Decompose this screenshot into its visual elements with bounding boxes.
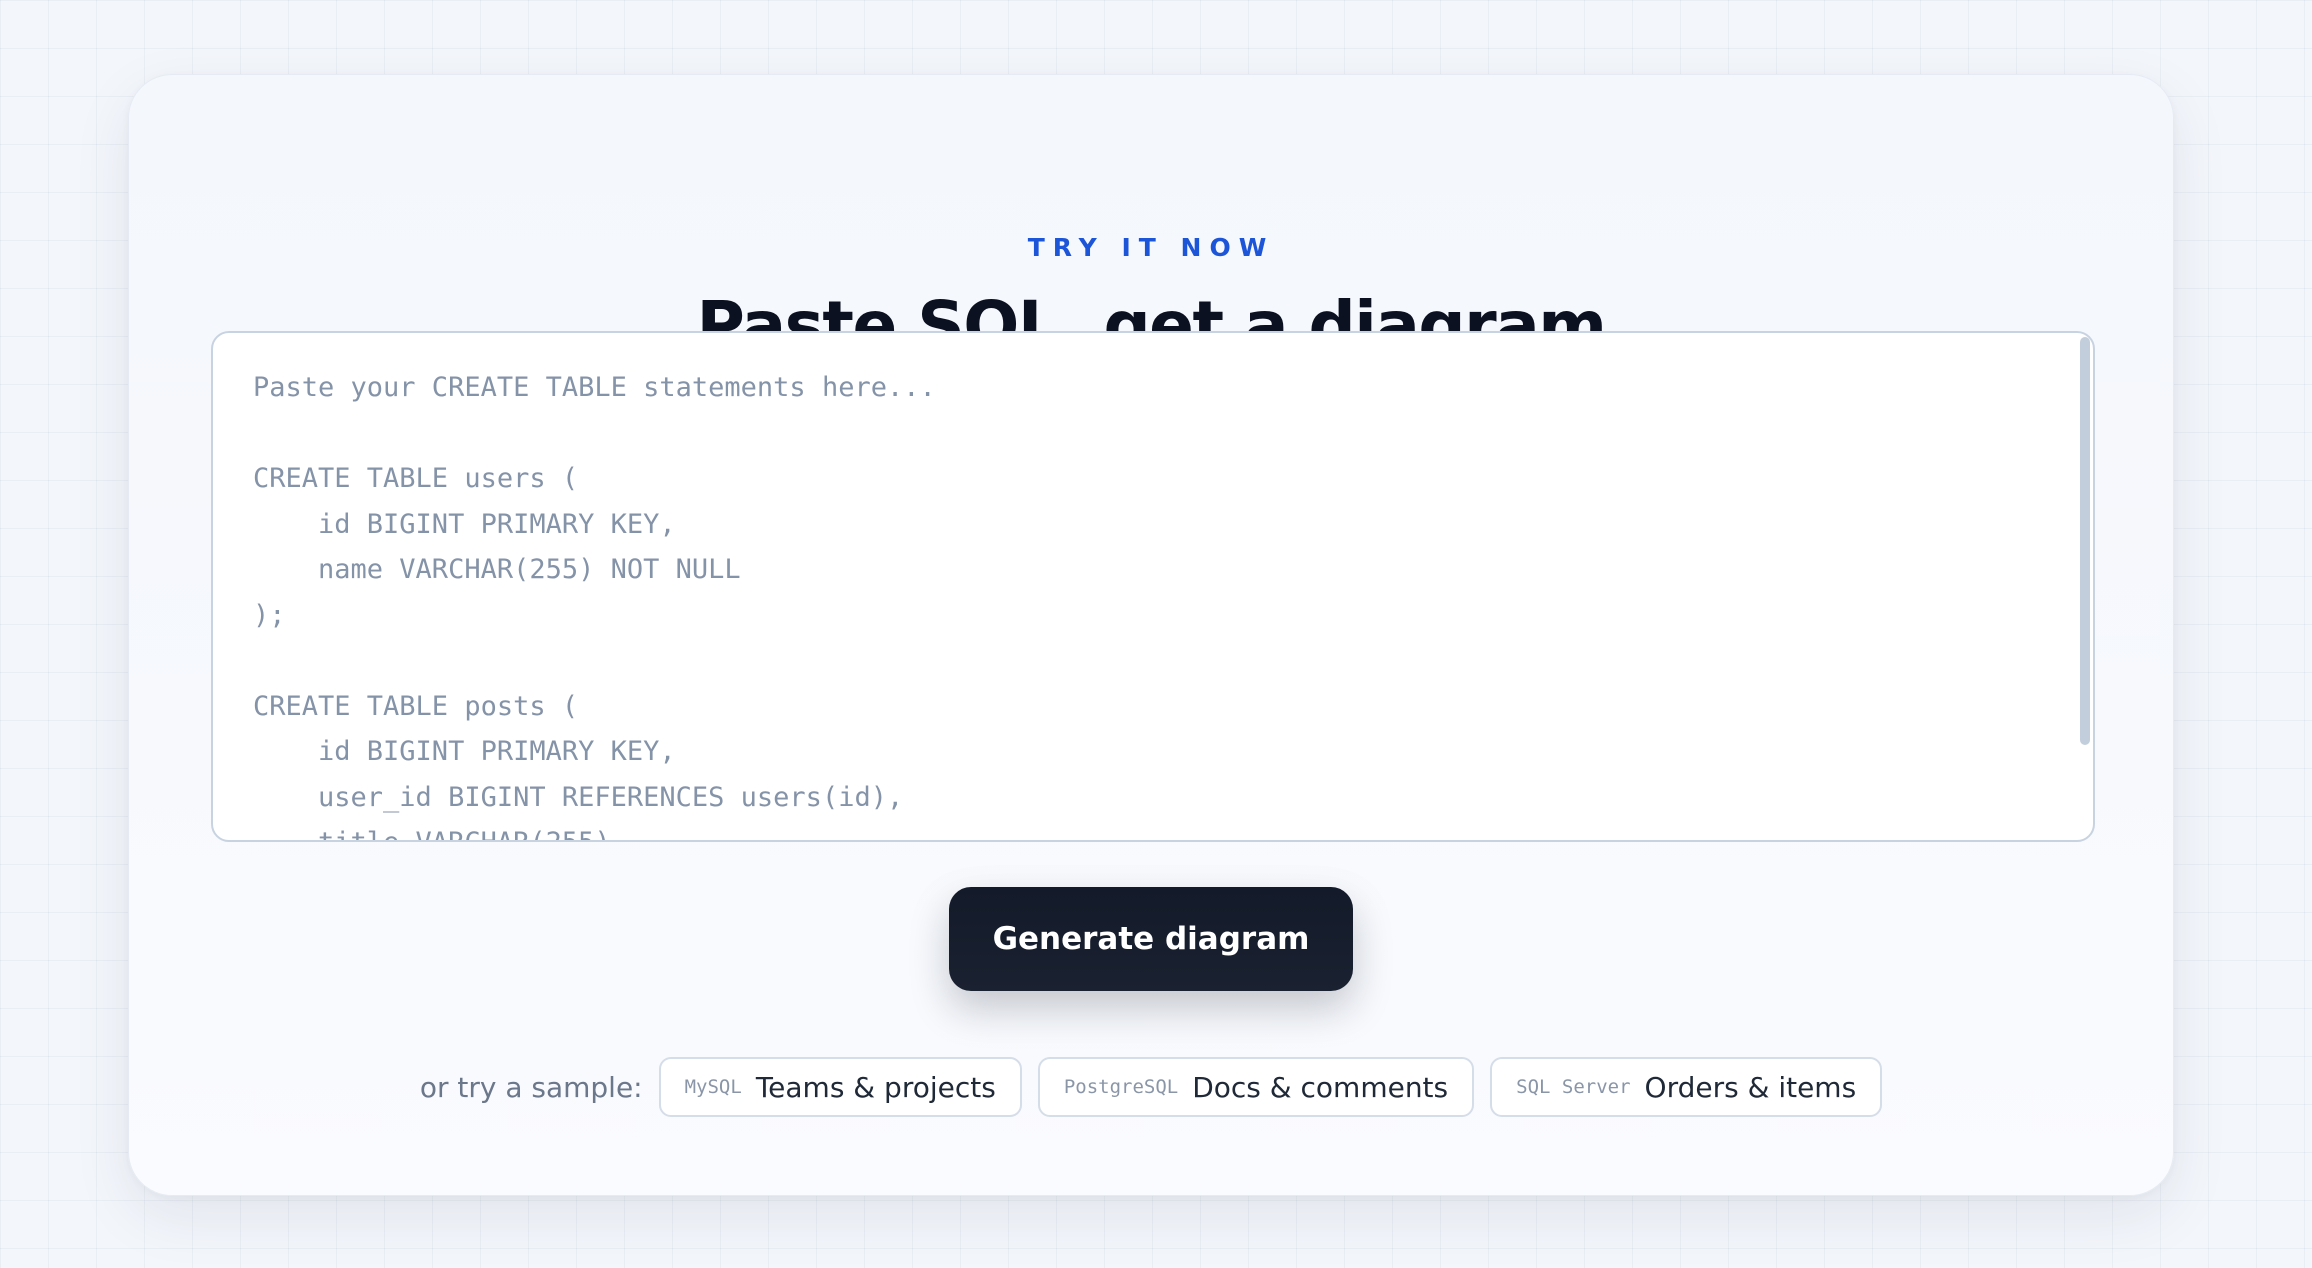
sample-name: Teams & projects <box>755 1070 996 1104</box>
sample-db-label: SQL Server <box>1516 1076 1631 1098</box>
editor-scrollbar[interactable] <box>2077 333 2093 840</box>
sql-input[interactable]: Paste your CREATE TABLE statements here.… <box>211 331 2095 842</box>
sample-picker: or try a sample: MySQL Teams & projects … <box>129 1057 2173 1117</box>
sample-name: Docs & comments <box>1192 1070 1449 1104</box>
editor-scrollbar-thumb[interactable] <box>2080 337 2090 745</box>
sample-chip-sql-server[interactable]: SQL Server Orders & items <box>1490 1057 1883 1117</box>
sql-input-placeholder: Paste your CREATE TABLE statements here.… <box>253 372 936 840</box>
eyebrow-label: TRY IT NOW <box>1027 233 1275 262</box>
generate-diagram-button[interactable]: Generate diagram <box>949 887 1353 991</box>
try-it-card: TRY IT NOW Paste SQL, get a diagram Past… <box>128 74 2174 1196</box>
sample-chip-mysql[interactable]: MySQL Teams & projects <box>658 1057 1022 1117</box>
sample-chip-postgresql[interactable]: PostgreSQL Docs & comments <box>1037 1057 1475 1117</box>
samples-label: or try a sample: <box>419 1070 643 1104</box>
sample-db-label: MySQL <box>684 1076 742 1098</box>
sample-db-label: PostgreSQL <box>1063 1076 1179 1098</box>
sample-name: Orders & items <box>1644 1070 1857 1104</box>
